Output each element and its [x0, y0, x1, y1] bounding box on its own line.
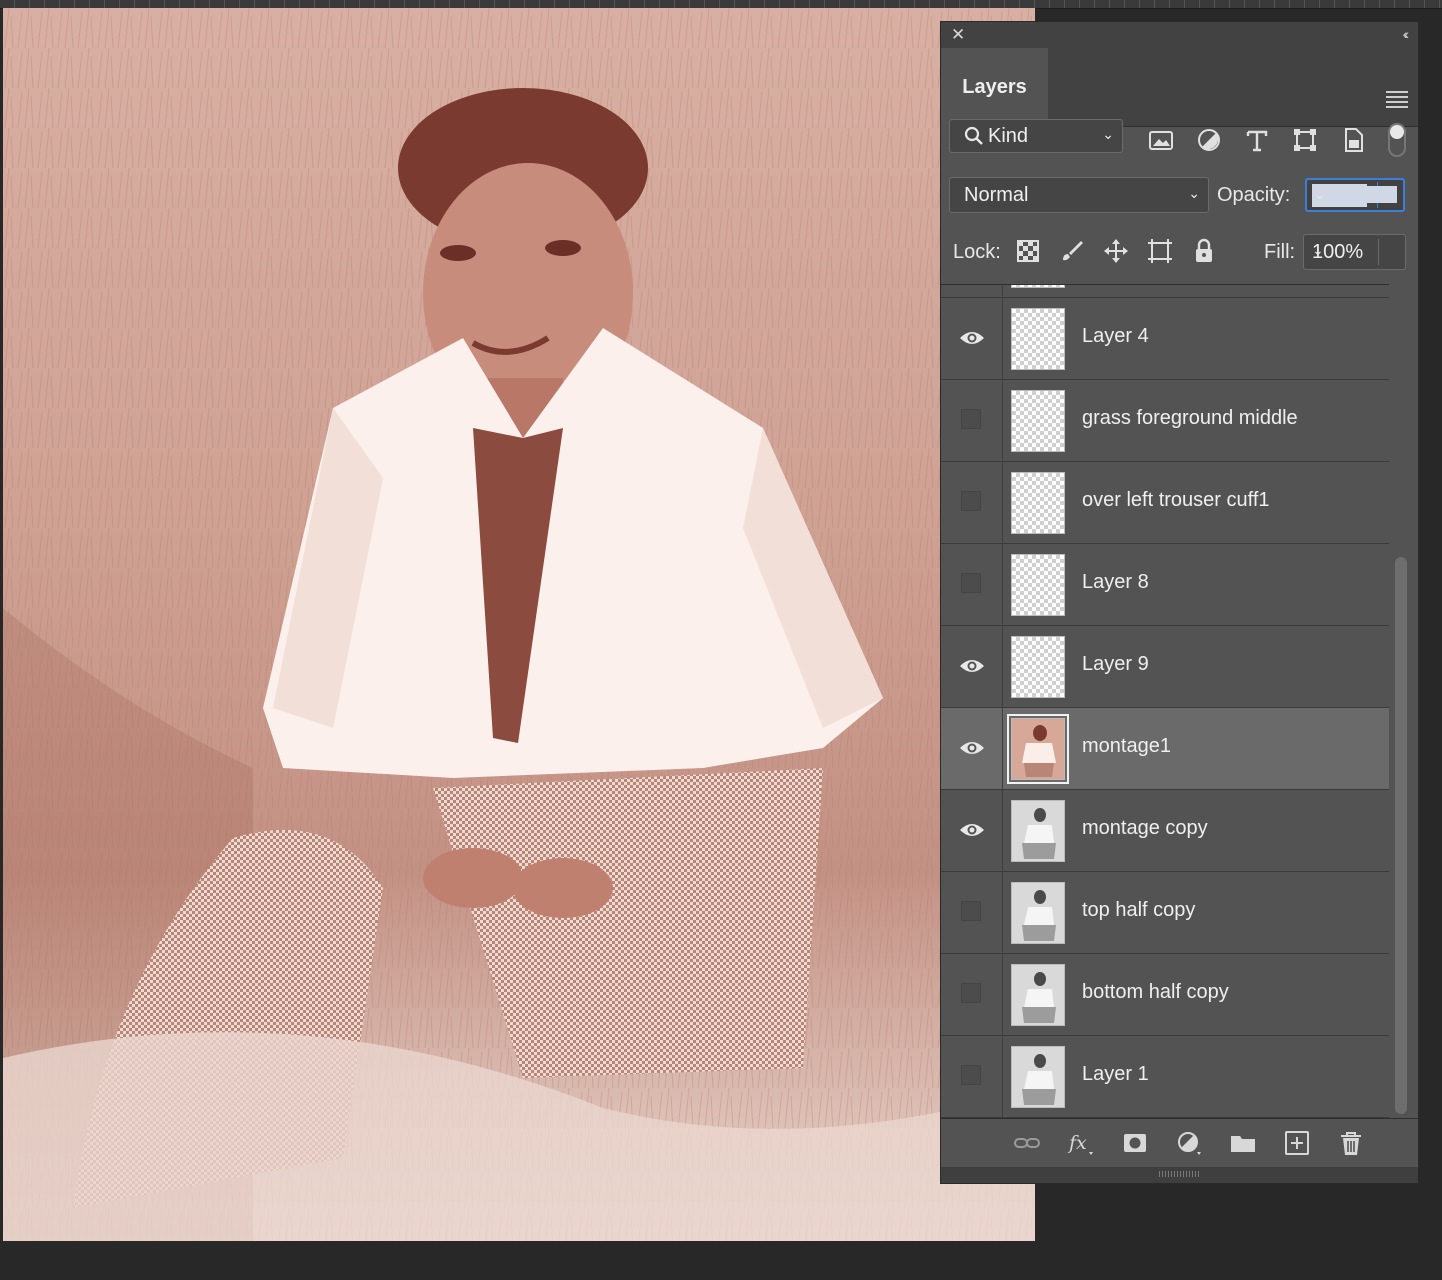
layer-thumbnail [1011, 285, 1065, 288]
search-icon [964, 126, 983, 145]
lock-paint-icon[interactable] [1059, 238, 1085, 264]
chevron-down-icon: ⌄ [1102, 126, 1114, 142]
panel-title-bar: ✕ ‹‹ [941, 22, 1418, 48]
smart-object-filter-icon[interactable] [1339, 126, 1367, 154]
layer-name[interactable]: Layer 1 [1082, 1063, 1149, 1086]
scrollbar-thumb[interactable] [1395, 557, 1407, 1114]
panel-tab-bar: Layers [941, 48, 1418, 127]
layer-thumbnail [1011, 636, 1065, 698]
filter-kind-select[interactable]: Kind ⌄ [949, 119, 1123, 153]
link-layers-icon[interactable] [1013, 1130, 1041, 1156]
blend-mode-value: Normal [964, 183, 1029, 206]
layers-panel: ✕ ‹‹ Layers Kind ⌄ Normal ⌄ Opacity: ⌄ L… [940, 21, 1419, 1184]
fx-icon[interactable]: fx [1067, 1130, 1095, 1156]
opacity-input[interactable]: 100% ⌄ [1305, 178, 1405, 212]
eye-icon[interactable] [958, 821, 986, 839]
lock-label: Lock: [953, 241, 1001, 263]
visibility-cell[interactable] [941, 298, 1003, 379]
visibility-toggle-off[interactable] [961, 1065, 981, 1085]
layer-name[interactable]: grass foreground middle [1082, 407, 1298, 430]
document-canvas[interactable] [3, 8, 1035, 1241]
layers-scrollbar[interactable] [1393, 557, 1409, 1114]
fill-input[interactable]: 100% ⌄ [1303, 234, 1406, 270]
layer-row-partial[interactable] [941, 285, 1389, 298]
new-group-icon[interactable] [1229, 1130, 1257, 1156]
filter-kind-label: Kind [988, 124, 1029, 147]
opacity-label: Opacity: [1217, 184, 1291, 206]
collapse-panel-icon[interactable]: ‹‹ [1403, 26, 1410, 42]
photo-image [3, 8, 1035, 1241]
layer-row[interactable]: over left trouser cuff1 [941, 462, 1389, 544]
layer-thumbnail [1011, 472, 1065, 534]
layer-thumbnail [1011, 882, 1065, 944]
layer-row[interactable]: Layer 8 [941, 544, 1389, 626]
layer-row[interactable]: montage1 [941, 708, 1389, 790]
type-filter-icon[interactable] [1243, 126, 1271, 154]
layer-name[interactable]: Layer 9 [1082, 653, 1149, 676]
adjustment-filter-icon[interactable] [1195, 126, 1223, 154]
layer-name[interactable]: montage copy [1082, 817, 1208, 840]
layer-row[interactable]: Layer 4 [941, 298, 1389, 380]
layer-name[interactable]: Layer 4 [1082, 325, 1149, 348]
visibility-cell[interactable] [941, 544, 1003, 625]
visibility-toggle-off[interactable] [961, 491, 981, 511]
lock-all-icon[interactable] [1191, 238, 1217, 264]
delete-layer-icon[interactable] [1337, 1130, 1365, 1156]
visibility-toggle-off[interactable] [961, 409, 981, 429]
visibility-cell[interactable] [941, 790, 1003, 871]
layer-row[interactable]: bottom half copy [941, 954, 1389, 1036]
lock-move-icon[interactable] [1103, 238, 1129, 264]
eye-icon[interactable] [958, 329, 986, 347]
layer-row[interactable]: Layer 1 [941, 1036, 1389, 1118]
layer-thumbnail [1011, 1046, 1065, 1108]
blend-mode-select[interactable]: Normal ⌄ [949, 177, 1209, 213]
add-mask-icon[interactable] [1121, 1130, 1149, 1156]
visibility-cell[interactable] [941, 872, 1003, 953]
chevron-down-icon[interactable]: ⌄ [1312, 186, 1397, 203]
layer-thumbnail [1011, 308, 1065, 370]
new-layer-icon[interactable] [1283, 1130, 1311, 1156]
fill-label: Fill: [1264, 241, 1296, 263]
visibility-toggle-off[interactable] [961, 573, 981, 593]
eye-icon[interactable] [958, 657, 986, 675]
layer-thumbnail [1011, 964, 1065, 1026]
panel-menu-icon[interactable] [1386, 88, 1408, 111]
eye-icon[interactable] [958, 739, 986, 757]
layer-row[interactable]: Layer 9 [941, 626, 1389, 708]
panel-resize-grip[interactable] [941, 1167, 1418, 1183]
lock-transparent-icon[interactable] [1015, 238, 1041, 264]
layer-row[interactable]: top half copy [941, 872, 1389, 954]
visibility-cell[interactable] [941, 462, 1003, 543]
tab-layers[interactable]: Layers [941, 48, 1048, 127]
visibility-toggle-off[interactable] [961, 901, 981, 921]
layer-name[interactable]: Layer 8 [1082, 571, 1149, 594]
filter-toggle-switch[interactable] [1388, 123, 1406, 157]
layer-thumbnail [1007, 714, 1069, 784]
layer-row[interactable]: grass foreground middle [941, 380, 1389, 462]
layer-name[interactable]: montage1 [1082, 735, 1171, 758]
shape-filter-icon[interactable] [1291, 126, 1319, 154]
visibility-cell[interactable] [941, 954, 1003, 1035]
visibility-cell[interactable] [941, 708, 1003, 789]
layers-list[interactable]: Layer 4 grass foreground middle over left … [941, 284, 1389, 1118]
svg-text:fx: fx [1067, 1132, 1087, 1154]
lock-artboard-icon[interactable] [1147, 238, 1173, 264]
layer-thumbnail [1011, 800, 1065, 862]
layer-name[interactable]: top half copy [1082, 899, 1195, 922]
layer-row[interactable]: montage copy [941, 790, 1389, 872]
layer-name[interactable]: over left trouser cuff1 [1082, 489, 1270, 512]
chevron-down-icon[interactable]: ⌄ [1312, 242, 1399, 259]
layer-name[interactable]: bottom half copy [1082, 981, 1229, 1004]
layers-bottom-toolbar: fx [941, 1118, 1418, 1167]
visibility-cell[interactable] [941, 1036, 1003, 1117]
image-filter-icon[interactable] [1147, 126, 1175, 154]
new-adjustment-icon[interactable] [1175, 1130, 1203, 1156]
visibility-toggle-off[interactable] [961, 983, 981, 1003]
visibility-cell[interactable] [941, 626, 1003, 707]
chevron-down-icon: ⌄ [1188, 185, 1200, 201]
layer-thumbnail [1011, 390, 1065, 452]
layer-thumbnail [1011, 554, 1065, 616]
visibility-cell[interactable] [941, 380, 1003, 461]
close-icon[interactable]: ✕ [951, 25, 965, 45]
